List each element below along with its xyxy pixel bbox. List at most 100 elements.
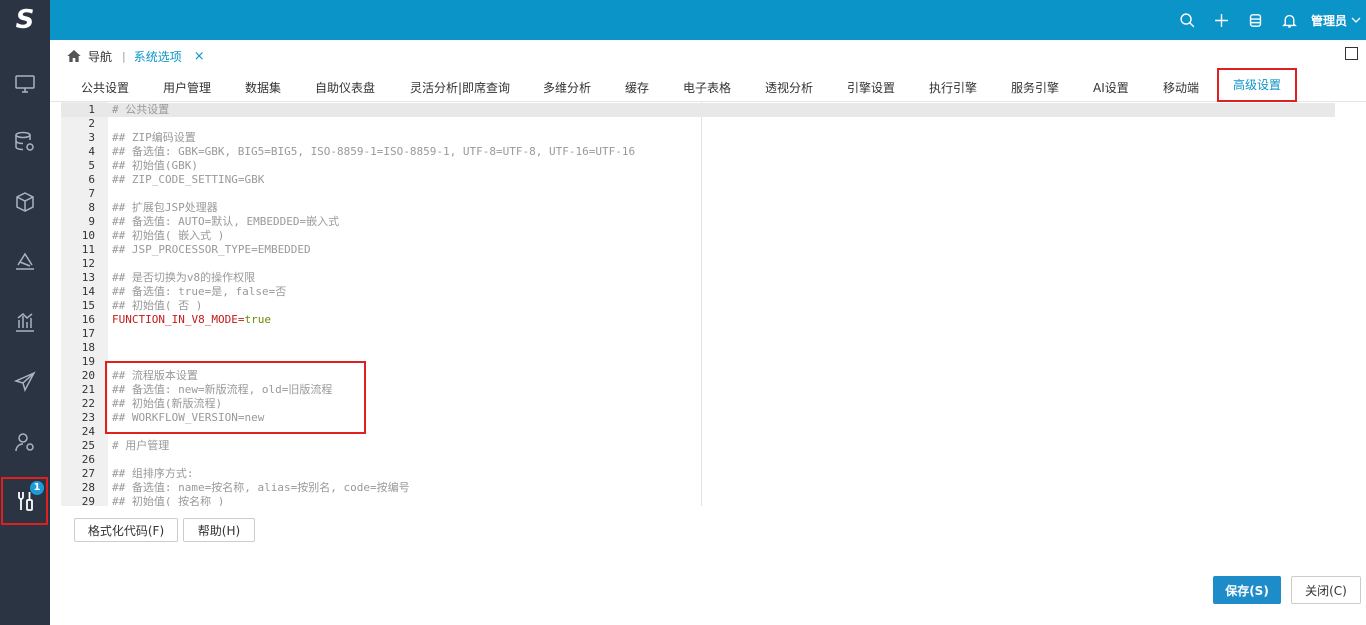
tab-pivot[interactable]: 透视分析 [765, 79, 813, 96]
paper-plane-icon[interactable] [0, 358, 50, 406]
layers-icon[interactable] [0, 238, 50, 286]
search-icon[interactable] [1171, 0, 1205, 40]
code-line[interactable]: 25 # 用户管理 [61, 439, 1335, 453]
highlight-box [105, 361, 366, 434]
line-number: 28 [81, 481, 95, 494]
database-gear-icon[interactable] [0, 118, 50, 166]
monitor-icon[interactable] [0, 60, 50, 108]
bar-chart-icon[interactable] [0, 298, 50, 346]
tab-engine-settings[interactable]: 引擎设置 [847, 79, 895, 96]
line-number: 5 [88, 159, 95, 172]
line-text: ## 扩展包JSP处理器 [112, 201, 218, 214]
code-line[interactable]: 26 [61, 453, 1335, 467]
tab-user-management[interactable]: 用户管理 [163, 79, 211, 96]
code-line[interactable]: 11 ## JSP_PROCESSOR_TYPE=EMBEDDED [61, 243, 1335, 257]
tab-dashboard[interactable]: 自助仪表盘 [315, 79, 375, 96]
line-number: 27 [81, 467, 95, 480]
close-button[interactable]: 关闭(C) [1291, 576, 1361, 604]
line-text: ## 组排序方式: [112, 467, 194, 480]
line-text: ## 初始值( 嵌入式 ) [112, 229, 225, 242]
line-text: FUNCTION_IN_V8_MODE=true [112, 313, 271, 327]
tab-mobile[interactable]: 移动端 [1163, 79, 1199, 96]
tab-advanced-settings[interactable]: 高级设置 [1217, 68, 1298, 102]
setting-value: true [244, 313, 271, 326]
tab-spreadsheet[interactable]: 电子表格 [683, 79, 731, 96]
code-line[interactable]: 7 [61, 187, 1335, 201]
maximize-icon[interactable] [1345, 47, 1358, 60]
line-number: 12 [81, 257, 95, 270]
line-number: 20 [81, 369, 95, 382]
database-icon[interactable] [1239, 0, 1273, 40]
breadcrumb-home[interactable]: 导航 [88, 48, 112, 65]
line-text: ## ZIP_CODE_SETTING=GBK [112, 173, 265, 186]
line-number: 8 [88, 201, 95, 214]
tab-flexible-analysis[interactable]: 灵活分析|即席查询 [410, 79, 510, 96]
line-number: 11 [81, 243, 95, 256]
tab-execution-engine[interactable]: 执行引擎 [929, 79, 977, 96]
code-line[interactable]: 9 ## 备选值: AUTO=默认, EMBEDDED=嵌入式 [61, 215, 1335, 229]
code-line[interactable]: 27 ## 组排序方式: [61, 467, 1335, 481]
tab-ai-settings[interactable]: AI设置 [1093, 79, 1129, 96]
line-text: ## ZIP编码设置 [112, 131, 196, 144]
line-number: 14 [81, 285, 95, 298]
code-line[interactable]: 17 [61, 327, 1335, 341]
breadcrumb-current[interactable]: 系统选项 [134, 48, 182, 65]
line-text: # 用户管理 [112, 439, 170, 452]
line-number: 26 [81, 453, 95, 466]
left-rail: S 1 [0, 0, 50, 625]
line-number: 1 [88, 103, 95, 116]
code-line[interactable]: 1 # 公共设置 [61, 103, 1335, 117]
line-text: ## 初始值(GBK) [112, 159, 198, 172]
bell-icon[interactable] [1273, 0, 1307, 40]
breadcrumb-separator: | [122, 49, 126, 63]
code-line[interactable]: 6 ## ZIP_CODE_SETTING=GBK [61, 173, 1335, 187]
line-number: 15 [81, 299, 95, 312]
tools-icon[interactable]: 1 [1, 477, 48, 525]
line-text: ## 备选值: name=按名称, alias=按别名, code=按编号 [112, 481, 410, 494]
code-line[interactable]: 13 ## 是否切换为v8的操作权限 [61, 271, 1335, 285]
line-number: 23 [81, 411, 95, 424]
code-line[interactable]: 16 FUNCTION_IN_V8_MODE=true [61, 313, 1335, 327]
tab-cache[interactable]: 缓存 [625, 79, 649, 96]
user-name: 管理员 [1310, 13, 1347, 28]
code-line[interactable]: 2 [61, 117, 1335, 131]
format-code-button[interactable]: 格式化代码(F) [74, 518, 178, 542]
tab-service-engine[interactable]: 服务引擎 [1011, 79, 1059, 96]
line-number: 3 [88, 131, 95, 144]
code-line[interactable]: 8 ## 扩展包JSP处理器 [61, 201, 1335, 215]
app-logo[interactable]: S [0, 0, 50, 40]
home-icon[interactable] [66, 48, 82, 64]
line-number: 22 [81, 397, 95, 410]
code-line[interactable]: 3 ## ZIP编码设置 [61, 131, 1335, 145]
tab-dataset[interactable]: 数据集 [245, 79, 281, 96]
line-number: 10 [81, 229, 95, 242]
tab-public-settings[interactable]: 公共设置 [81, 79, 129, 96]
code-line[interactable]: 12 [61, 257, 1335, 271]
help-button[interactable]: 帮助(H) [183, 518, 255, 542]
close-tab-icon[interactable]: × [194, 49, 205, 64]
line-number: 4 [88, 145, 95, 158]
line-number: 29 [81, 495, 95, 506]
code-line[interactable]: 10 ## 初始值( 嵌入式 ) [61, 229, 1335, 243]
code-line[interactable]: 4 ## 备选值: GBK=GBK, BIG5=BIG5, ISO-8859-1=… [61, 145, 1335, 159]
code-line[interactable]: 28 ## 备选值: name=按名称, alias=按别名, code=按编号 [61, 481, 1335, 495]
line-text: ## 备选值: GBK=GBK, BIG5=BIG5, ISO-8859-1=I… [112, 145, 636, 158]
code-line[interactable]: 5 ## 初始值(GBK) [61, 159, 1335, 173]
cube-icon[interactable] [0, 178, 50, 226]
user-gear-icon[interactable] [0, 418, 50, 466]
line-text: ## 备选值: AUTO=默认, EMBEDDED=嵌入式 [112, 215, 340, 228]
settings-tabs: 公共设置 用户管理 数据集 自助仪表盘 灵活分析|即席查询 多维分析 缓存 电子… [50, 68, 1366, 102]
user-menu[interactable]: 管理员 [1307, 12, 1366, 29]
chevron-down-icon [1351, 17, 1361, 23]
code-line[interactable]: 29 ## 初始值( 按名称 ) [61, 495, 1335, 506]
tab-multidimensional[interactable]: 多维分析 [543, 79, 591, 96]
code-line[interactable]: 15 ## 初始值( 否 ) [61, 299, 1335, 313]
code-editor[interactable]: 1 # 公共设置 2 3 ## ZIP编码设置 4 ## 备选值: GBK=GBK, BIG… [61, 102, 1335, 506]
line-number: 19 [81, 355, 95, 368]
line-number: 13 [81, 271, 95, 284]
plus-icon[interactable] [1205, 0, 1239, 40]
save-button[interactable]: 保存(S) [1213, 576, 1281, 604]
line-number: 16 [81, 313, 95, 326]
code-line[interactable]: 14 ## 备选值: true=是, false=否 [61, 285, 1335, 299]
code-line[interactable]: 18 [61, 341, 1335, 355]
